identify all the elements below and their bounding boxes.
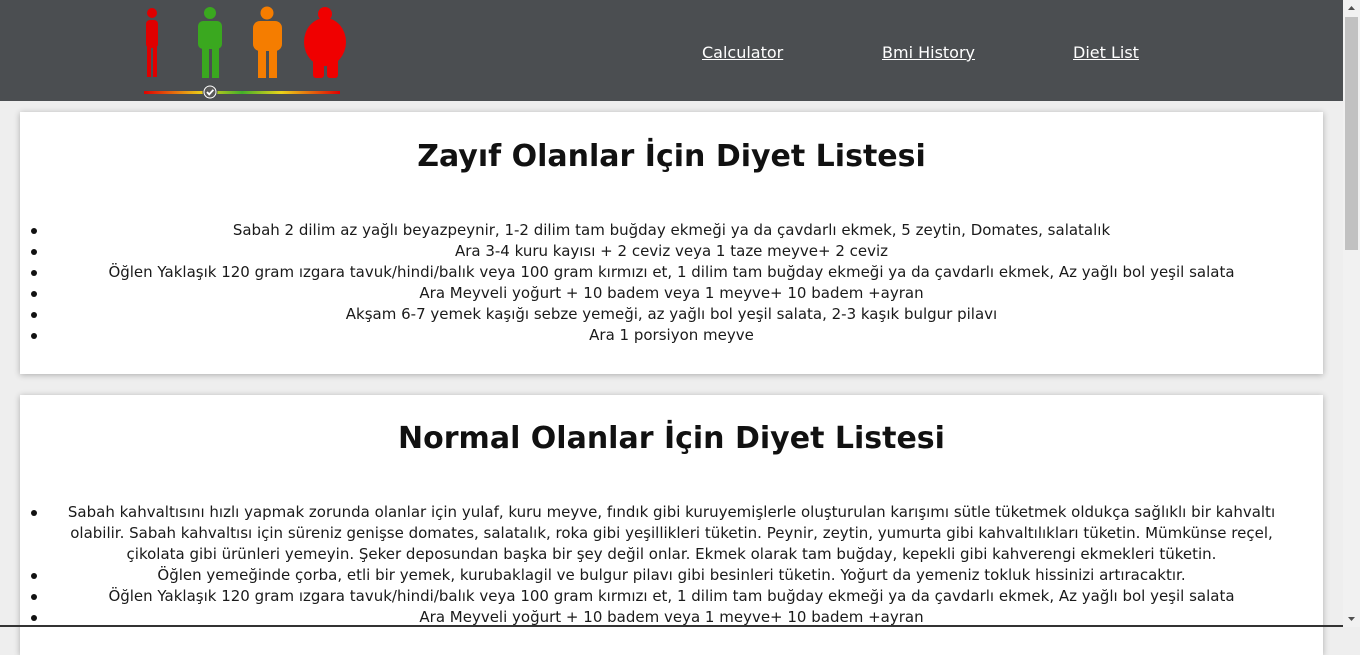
overweight-figure-icon xyxy=(253,6,282,78)
obese-figure-icon xyxy=(304,7,346,78)
list-item: Öğlen yemeğinde çorba, etli bir yemek, k… xyxy=(31,565,1283,586)
list-item: Öğlen Yaklaşık 120 gram ızgara tavuk/hin… xyxy=(31,262,1283,283)
scrollbar-thumb[interactable] xyxy=(1345,17,1358,250)
normal-figure-icon xyxy=(198,7,222,78)
underweight-diet-list: Sabah 2 dilim az yağlı beyazpeynir, 1-2 … xyxy=(20,220,1323,346)
normal-diet-card: Normal Olanlar İçin Diyet Listesi Sabah … xyxy=(20,395,1323,655)
top-navbar: Calculator Bmi History Diet List xyxy=(0,0,1343,101)
underweight-figure-icon xyxy=(146,8,158,77)
nav-link-diet-list[interactable]: Diet List xyxy=(1073,43,1139,62)
nav-link-bmi-history[interactable]: Bmi History xyxy=(882,43,975,62)
list-item: Akşam 6-7 yemek kaşığı sebze yemeği, az … xyxy=(31,304,1283,325)
scroll-up-arrow-icon[interactable] xyxy=(1343,0,1360,17)
underweight-diet-title: Zayıf Olanlar İçin Diyet Listesi xyxy=(417,139,926,174)
list-item: Ara Meyveli yoğurt + 10 badem veya 1 mey… xyxy=(31,283,1283,304)
list-item: Ara 3-4 kuru kayısı + 2 ceviz veya 1 taz… xyxy=(31,241,1283,262)
normal-diet-list: Sabah kahvaltısını hızlı yapmak zorunda … xyxy=(20,502,1323,628)
list-item: Sabah 2 dilim az yağlı beyazpeynir, 1-2 … xyxy=(31,220,1283,241)
scroll-down-arrow-icon[interactable] xyxy=(1343,610,1360,627)
list-item: Sabah kahvaltısını hızlı yapmak zorunda … xyxy=(31,502,1283,565)
check-icon xyxy=(202,84,218,100)
bmi-logo[interactable] xyxy=(137,4,352,100)
nav-link-calculator[interactable]: Calculator xyxy=(702,43,783,62)
list-item: Öğlen Yaklaşık 120 gram ızgara tavuk/hin… xyxy=(31,586,1283,607)
normal-diet-title: Normal Olanlar İçin Diyet Listesi xyxy=(398,421,945,456)
bmi-scale-bar xyxy=(144,91,340,94)
vertical-scrollbar[interactable] xyxy=(1343,0,1360,627)
list-item: Ara 1 porsiyon meyve xyxy=(31,325,1283,346)
underweight-diet-card: Zayıf Olanlar İçin Diyet Listesi Sabah 2… xyxy=(20,112,1323,374)
